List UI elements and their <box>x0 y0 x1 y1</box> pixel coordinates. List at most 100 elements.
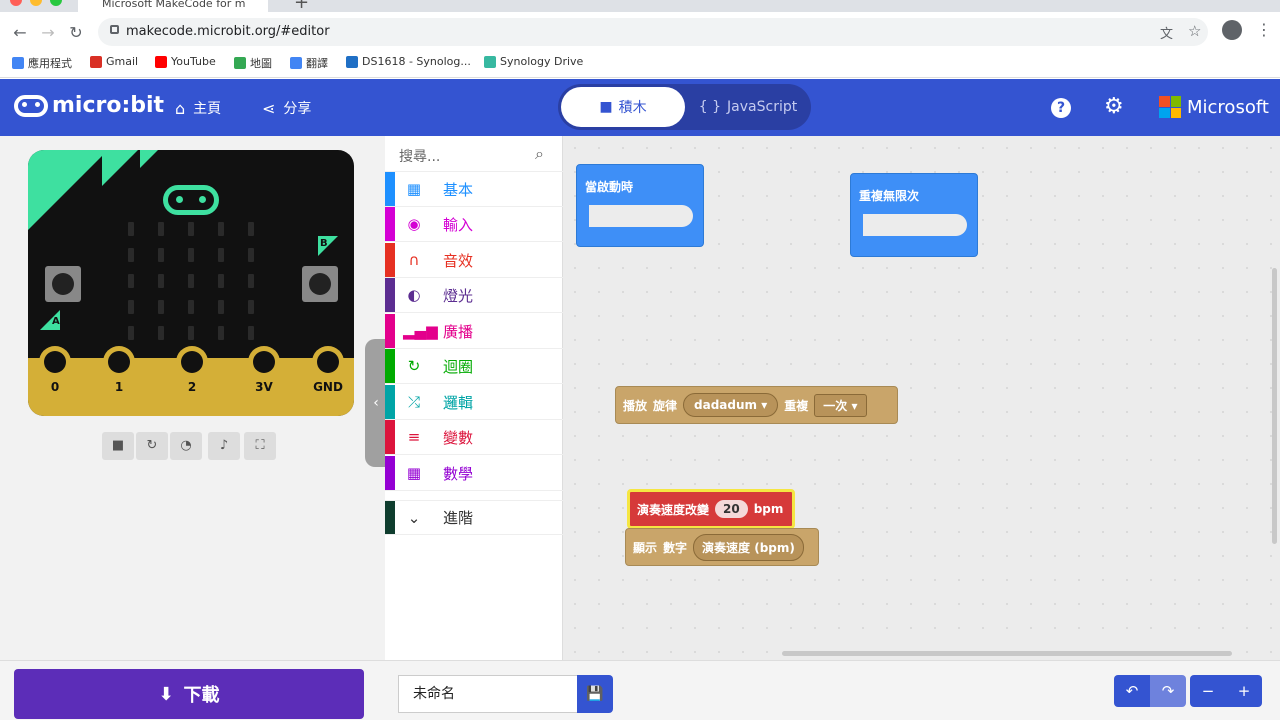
bookmark-label: 應用程式 <box>28 57 72 70</box>
set-tempo-block[interactable]: 演奏速度改變 20 bpm <box>627 489 795 529</box>
help-icon[interactable]: ? <box>1051 98 1071 118</box>
horizontal-scrollbar[interactable] <box>782 651 1232 656</box>
hand-cursor-icon: ☝ <box>657 504 666 520</box>
back-icon[interactable]: ← <box>10 23 30 42</box>
category-variables[interactable]: ≡ 變數 <box>385 420 563 455</box>
redo-icon[interactable]: ↷ <box>1150 675 1186 707</box>
collapse-simulator-chevron-icon[interactable]: ‹ <box>365 339 387 467</box>
share-icon: ⋖ <box>262 98 276 118</box>
on-start-block[interactable]: 當啟動時 <box>576 164 704 247</box>
toolbox-search[interactable]: 搜尋... ⌕ <box>385 136 563 172</box>
maximize-window-dot[interactable] <box>50 0 62 6</box>
forward-icon[interactable]: → <box>38 23 58 42</box>
category-basic[interactable]: ▦ 基本 <box>385 172 563 207</box>
category-radio[interactable]: ▂▄▆ 廣播 <box>385 314 563 349</box>
category-label: 基本 <box>443 180 474 199</box>
search-icon[interactable]: ⌕ <box>535 144 544 164</box>
category-logic[interactable]: ⤮ 邏輯 <box>385 385 563 420</box>
editor-footer: ⬇ 下載 未命名 💾 ↶ ↷ − + <box>0 660 1280 720</box>
button-b-label: B <box>320 238 328 249</box>
share-button[interactable]: ⋖ 分享 <box>262 98 311 118</box>
bookmark-label: YouTube <box>171 55 216 68</box>
bookmark-label: DS1618 - Synolog... <box>362 55 471 68</box>
forever-block[interactable]: 重複無限次 <box>850 173 978 257</box>
bookmark-apps[interactable]: 應用程式 <box>12 55 72 71</box>
project-name-input[interactable]: 未命名 <box>398 675 578 713</box>
lock-icon <box>110 25 119 34</box>
play-melody-block[interactable]: 播放 旋律 dadadum ▾ 重複 一次 ▾ <box>615 386 898 424</box>
stop-icon[interactable]: ■ <box>102 432 134 460</box>
save-icon[interactable]: 💾 <box>577 675 613 713</box>
zoom-out-icon[interactable]: − <box>1190 675 1226 707</box>
browser-menu-icon[interactable]: ⋮ <box>1256 20 1272 39</box>
board-decoration <box>140 150 158 168</box>
headphones-icon: ∩ <box>408 251 420 269</box>
search-input[interactable]: 搜尋... <box>399 146 440 166</box>
editor-toggle: ■ 積木 { } JavaScript <box>558 84 811 130</box>
target-icon: ◉ <box>407 215 421 233</box>
javascript-tab[interactable]: { } JavaScript <box>688 87 808 127</box>
bookmark-gmail[interactable]: Gmail <box>90 55 138 68</box>
gear-icon[interactable]: ⚙ <box>1104 94 1124 119</box>
simulator-controls: ■ ↻ ◔ ♪ ⛶ <box>102 432 278 462</box>
slowmo-icon[interactable]: ◔ <box>170 432 202 460</box>
category-math[interactable]: ▦ 數學 <box>385 456 563 491</box>
category-led[interactable]: ◐ 燈光 <box>385 278 563 313</box>
category-label: 燈光 <box>443 286 474 305</box>
pin-label: 3V <box>255 380 273 394</box>
blocks-tab[interactable]: ■ 積木 <box>561 87 685 127</box>
bookmark-dsm[interactable]: DS1618 - Synolog... <box>346 55 471 68</box>
star-icon[interactable]: ☆ <box>1188 22 1201 40</box>
sound-icon[interactable]: ♪ <box>208 432 240 460</box>
forever-label: 重複無限次 <box>859 189 920 203</box>
tempo-value-input[interactable]: 20 <box>715 500 748 518</box>
zoom-in-icon[interactable]: + <box>1226 675 1262 707</box>
category-label: 迴圈 <box>443 357 474 376</box>
repeat-dropdown[interactable]: 一次 ▾ <box>814 393 867 417</box>
shuffle-icon: ⤮ <box>407 393 420 411</box>
logo-text: micro:bit <box>52 93 165 118</box>
microbit-board[interactable]: A B 0 1 2 3V GND <box>28 150 354 416</box>
restart-icon[interactable]: ↻ <box>136 432 168 460</box>
minimize-window-dot[interactable] <box>30 0 42 6</box>
microsoft-logo[interactable]: Microsoft <box>1159 96 1269 118</box>
apps-grid-icon <box>12 57 24 69</box>
category-input[interactable]: ◉ 輸入 <box>385 207 563 242</box>
toolbox: 搜尋... ⌕ ▦ 基本 ◉ 輸入 ∩ 音效 ◐ 燈光 ▂▄▆ 廣播 ↻ 迴圈 ⤮ 邏輯 ≡ 變… <box>385 136 563 660</box>
vertical-scrollbar[interactable] <box>1272 268 1277 544</box>
bookmark-translate[interactable]: 翻譯 <box>290 55 328 71</box>
reload-icon[interactable]: ↻ <box>66 23 86 42</box>
button-a[interactable] <box>45 266 81 302</box>
bookmark-label: 翻譯 <box>306 57 328 70</box>
tempo-reporter[interactable]: 演奏速度 (bpm) <box>693 533 804 561</box>
show-number-block[interactable]: 顯示 數字 演奏速度 (bpm) <box>625 528 819 566</box>
lines-icon: ≡ <box>407 428 421 446</box>
logo-touch-icon[interactable] <box>163 185 219 215</box>
microsoft-label: Microsoft <box>1187 96 1269 118</box>
fullscreen-icon[interactable]: ⛶ <box>244 432 276 460</box>
bookmark-maps[interactable]: 地圖 <box>234 55 272 71</box>
blocks-workspace[interactable]: 當啟動時 重複無限次 播放 旋律 dadadum ▾ 重複 一次 ▾ 演奏速度改… <box>563 136 1280 660</box>
category-advanced[interactable]: ⌄ 進階 <box>385 500 563 535</box>
set-tempo-label: 演奏速度改變 <box>637 502 710 517</box>
bookmark-synology-drive[interactable]: Synology Drive <box>484 55 583 68</box>
download-button[interactable]: ⬇ 下載 <box>14 669 364 719</box>
bookmark-youtube[interactable]: YouTube <box>155 55 216 68</box>
blocks-label: 積木 <box>618 100 647 116</box>
browser-tab[interactable]: Microsoft MakeCode for m <box>78 0 268 12</box>
category-music[interactable]: ∩ 音效 <box>385 243 563 278</box>
profile-avatar-icon[interactable] <box>1222 20 1242 40</box>
button-b[interactable] <box>302 266 338 302</box>
grid-icon: ▦ <box>406 180 422 198</box>
home-button[interactable]: ⌂ 主頁 <box>175 98 221 118</box>
microbit-logo[interactable]: micro:bit <box>14 93 164 118</box>
melody-dropdown[interactable]: dadadum ▾ <box>683 393 779 417</box>
microbit-logo-icon <box>14 94 48 117</box>
close-window-dot[interactable] <box>10 0 22 6</box>
category-loops[interactable]: ↻ 迴圈 <box>385 349 563 384</box>
undo-icon[interactable]: ↶ <box>1114 675 1150 707</box>
signal-icon: ▂▄▆ <box>403 322 438 340</box>
translate-page-icon[interactable]: 文 <box>1160 23 1173 42</box>
address-bar[interactable]: makecode.microbit.org/#editor 文 ☆ <box>98 18 1208 46</box>
board-decoration <box>102 150 138 186</box>
